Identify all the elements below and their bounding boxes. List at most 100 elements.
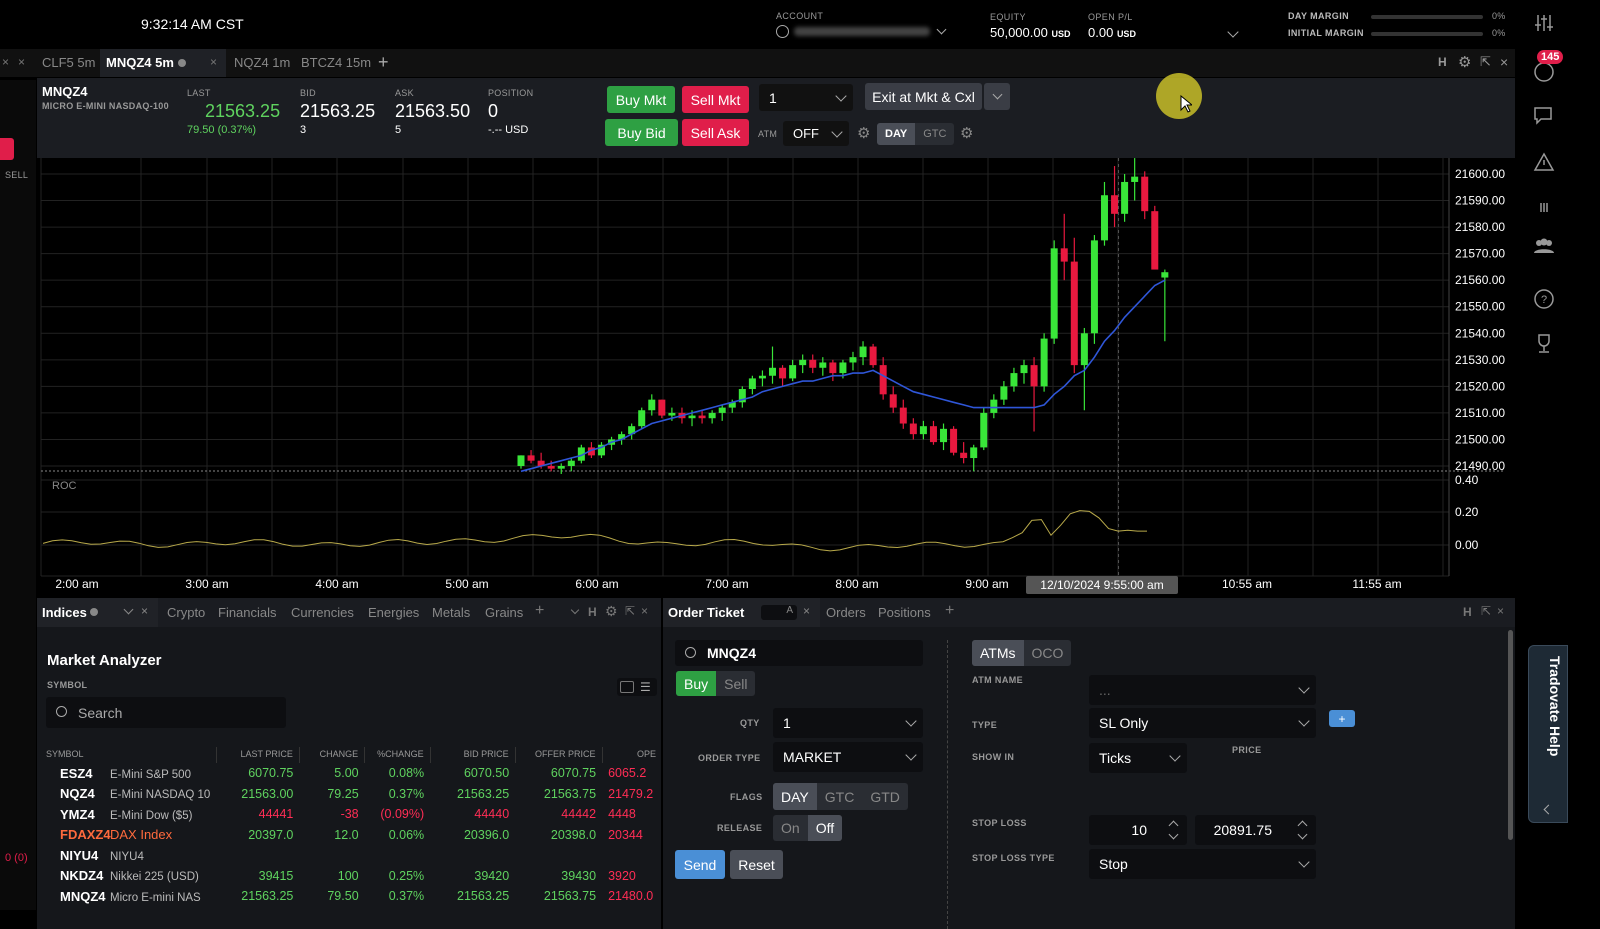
tif-toggle[interactable]: DAY GTC	[877, 123, 955, 145]
quote-qty-select[interactable]: 1	[759, 84, 853, 111]
gear-icon[interactable]: ⚙	[857, 124, 870, 142]
sell-option[interactable]: Sell	[716, 671, 755, 696]
show-in-select[interactable]: Ticks	[1089, 743, 1187, 773]
close-icon[interactable]: ×	[18, 55, 25, 69]
help-icon[interactable]: ?	[1532, 288, 1556, 310]
add-tab-icon[interactable]: +	[378, 52, 389, 73]
header-toggle-icon[interactable]: H	[1438, 55, 1447, 69]
qty-input[interactable]: 1	[773, 708, 923, 738]
flag-gtd[interactable]: GTD	[862, 783, 908, 810]
popout-icon[interactable]: ⇱	[625, 604, 635, 618]
community-icon[interactable]	[1532, 236, 1556, 258]
send-button[interactable]: Send	[675, 850, 725, 879]
atm-name-select[interactable]: ...	[1089, 675, 1316, 705]
tab-crypto[interactable]: Crypto	[167, 605, 205, 620]
tif-gtc[interactable]: GTC	[915, 123, 954, 145]
account-selector[interactable]	[776, 24, 952, 41]
exit-at-mkt-button[interactable]: Exit at Mkt & Cxl	[865, 83, 982, 110]
gear-icon[interactable]: ⚙	[1458, 53, 1471, 71]
close-icon[interactable]: ×	[803, 604, 810, 618]
tab-indices[interactable]: Indices ×	[37, 598, 158, 627]
tab-grains[interactable]: Grains	[485, 605, 523, 620]
stop-loss-type-select[interactable]: Stop	[1089, 849, 1316, 879]
header-toggle-icon[interactable]: H	[588, 605, 597, 619]
close-icon[interactable]: ×	[1497, 604, 1504, 618]
tab-order-ticket[interactable]: Order Ticket A ×	[663, 598, 820, 627]
table-row[interactable]: ESZ4 E-Mini S&P 500 6070.75 5.00 0.08% 6070.5…	[40, 763, 662, 784]
tab-positions[interactable]: Positions	[878, 605, 931, 620]
table-row[interactable]: NKDZ4 Nikkei 225 (USD) 39415 100 0.25% 39420 3…	[40, 866, 662, 887]
ticket-symbol-input[interactable]: MNQZ4	[675, 640, 923, 666]
close-icon[interactable]: ×	[2, 55, 9, 69]
atm-oco-toggle[interactable]: ATMs OCO	[972, 640, 1072, 666]
buy-mkt-button[interactable]: Buy Mkt	[607, 86, 675, 113]
atms-tab[interactable]: ATMs	[972, 640, 1024, 666]
order-type-select[interactable]: MARKET	[773, 742, 923, 772]
stop-loss-ticks-input[interactable]: 10	[1089, 815, 1187, 845]
col-open[interactable]: OPE	[602, 747, 662, 763]
price-chart[interactable]: 21600.00 21590.00 21580.00 21570.00 21560.00…	[37, 158, 1515, 598]
col-bid-price[interactable]: BID PRICE	[430, 747, 516, 763]
release-off[interactable]: Off	[807, 815, 843, 841]
popout-icon[interactable]: ⇱	[1480, 54, 1491, 70]
tab-chart-mnqz4[interactable]: MNQZ4 5m ×	[100, 49, 226, 77]
atm-type-select[interactable]: SL Only	[1089, 708, 1316, 738]
trophy-icon[interactable]	[1532, 332, 1556, 354]
tab-metals[interactable]: Metals	[432, 605, 470, 620]
reset-button[interactable]: Reset	[730, 850, 783, 879]
col-last-price[interactable]: LAST PRICE	[216, 747, 300, 763]
ticket-scrollbar[interactable]	[1508, 630, 1513, 840]
chevron-down-icon[interactable]	[570, 605, 580, 615]
table-row[interactable]: FDAXZ4DAX Index 20397.0 12.0 0.06% 20396.0 20…	[40, 825, 662, 846]
buy-bid-button[interactable]: Buy Bid	[605, 119, 678, 146]
stepper-down-icon[interactable]	[1168, 829, 1179, 840]
link-toggle-icon[interactable]: A	[761, 605, 797, 620]
col-pct-change[interactable]: %CHANGE	[364, 747, 431, 763]
buy-sell-toggle[interactable]: Buy Sell	[676, 671, 756, 696]
oco-tab[interactable]: OCO	[1024, 640, 1072, 666]
add-tab-icon[interactable]: +	[945, 602, 954, 620]
table-row[interactable]: MNQZ4 Micro E-mini NAS 21563.25 79.50 0.37% 2…	[40, 886, 662, 907]
close-icon[interactable]: ×	[641, 604, 648, 618]
settings-sliders-icon[interactable]	[1532, 12, 1556, 34]
left-edge-red-button[interactable]	[0, 138, 14, 160]
buy-option[interactable]: Buy	[676, 671, 717, 696]
close-icon[interactable]: ×	[210, 55, 217, 69]
table-row[interactable]: NIYU4 NIYU4	[40, 845, 662, 866]
stop-loss-price-input[interactable]: 20891.75	[1195, 815, 1316, 845]
flags-toggle[interactable]: DAY GTC GTD	[773, 783, 908, 810]
close-icon[interactable]: ×	[1500, 54, 1508, 70]
tab-currencies[interactable]: Currencies	[291, 605, 354, 620]
chevron-down-icon[interactable]	[1227, 26, 1239, 38]
tif-day[interactable]: DAY	[877, 123, 916, 145]
atm-select[interactable]: OFF	[783, 121, 849, 146]
tab-chart-clf5[interactable]: CLF5 5m	[42, 55, 95, 70]
stepper-down-icon[interactable]	[1297, 829, 1308, 840]
col-offer-price[interactable]: OFFER PRICE	[515, 747, 603, 763]
tab-chart-nqz4[interactable]: NQZ4 1m	[234, 55, 290, 70]
layout-toggle[interactable]: ☰	[617, 678, 657, 696]
popout-icon[interactable]: ⇱	[1481, 604, 1491, 618]
columns-icon[interactable]	[1532, 198, 1556, 220]
add-tab-icon[interactable]: +	[535, 602, 544, 620]
tab-orders[interactable]: Orders	[826, 605, 866, 620]
gear-icon[interactable]: ⚙	[960, 124, 973, 142]
help-side-tab[interactable]: Tradovate Help	[1528, 645, 1568, 823]
alert-icon[interactable]	[1532, 152, 1556, 174]
gear-icon[interactable]: ⚙	[605, 603, 618, 620]
chevron-down-icon[interactable]	[123, 604, 134, 615]
col-symbol[interactable]: SYMBOL	[40, 747, 217, 763]
flag-day[interactable]: DAY	[773, 783, 817, 810]
flag-gtc[interactable]: GTC	[817, 783, 863, 810]
symbol-search-input[interactable]: Search	[46, 697, 286, 728]
sell-ask-button[interactable]: Sell Ask	[682, 119, 749, 146]
sell-mkt-button[interactable]: Sell Mkt	[682, 86, 749, 113]
chat-icon[interactable]	[1532, 106, 1556, 128]
tab-financials[interactable]: Financials	[218, 605, 277, 620]
release-toggle[interactable]: On Off	[773, 815, 843, 841]
add-atm-button[interactable]: +	[1329, 710, 1355, 727]
header-toggle-icon[interactable]: H	[1463, 605, 1472, 619]
release-on[interactable]: On	[773, 815, 808, 841]
tab-energies[interactable]: Energies	[368, 605, 419, 620]
tab-chart-btcz4[interactable]: BTCZ4 15m	[301, 55, 371, 70]
